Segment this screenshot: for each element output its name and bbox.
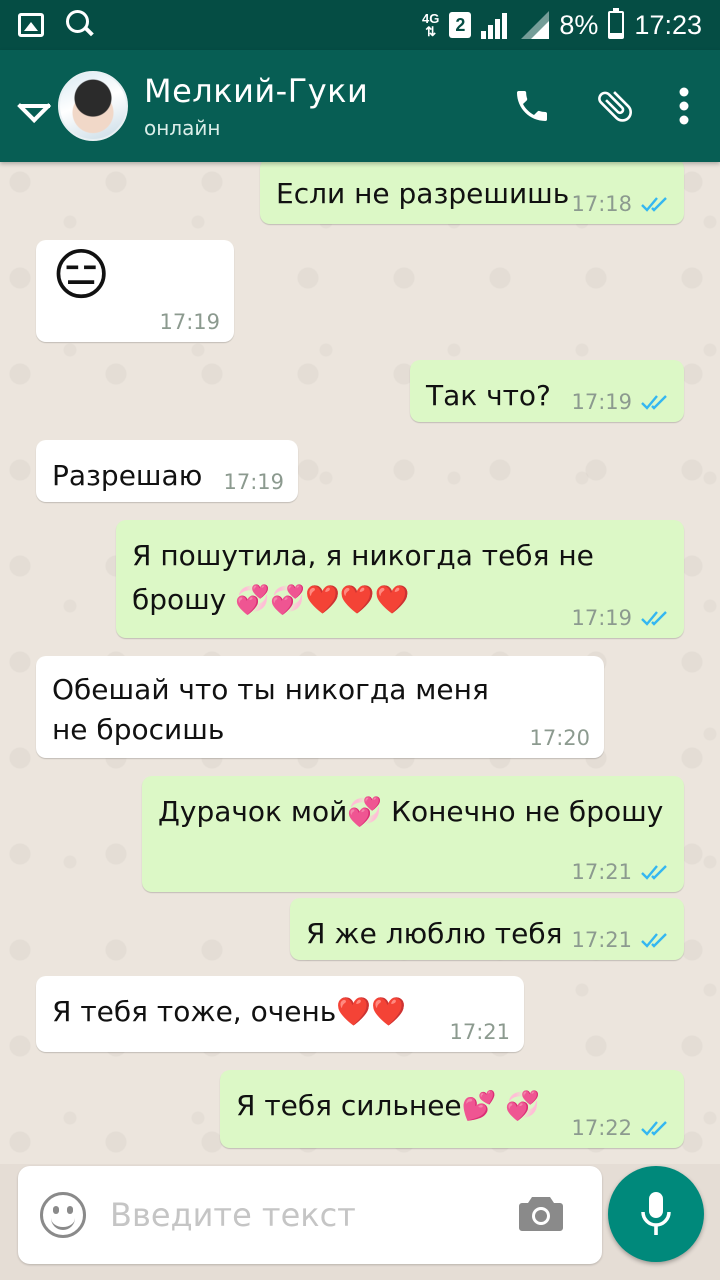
phone-icon[interactable] <box>512 86 552 126</box>
back-arrow-icon[interactable] <box>14 84 58 128</box>
read-ticks-icon <box>641 611 667 626</box>
message-outgoing[interactable]: Я тебя сильнее💕 💞 17:22 <box>220 1070 684 1148</box>
read-ticks-icon <box>641 197 667 212</box>
contact-status: онлайн <box>144 116 221 140</box>
paperclip-icon[interactable] <box>594 85 636 127</box>
message-outgoing[interactable]: Я пошутила, я никогда тебя не брошу 💞💞❤️… <box>116 520 684 638</box>
message-time: 17:18 <box>571 192 632 216</box>
read-ticks-icon <box>641 1121 667 1136</box>
battery-icon <box>608 8 625 39</box>
status-bar: 4G ⇅ 2 8% 17:23 <box>0 0 720 50</box>
message-time: 17:19 <box>571 606 632 630</box>
read-ticks-icon <box>641 395 667 410</box>
message-time: 17:19 <box>159 310 220 334</box>
avatar[interactable] <box>58 71 128 141</box>
sim-icon: 2 <box>449 12 472 38</box>
clock: 17:23 <box>634 9 702 40</box>
message-time: 17:21 <box>571 860 632 884</box>
search-icon <box>66 10 96 40</box>
message-time: 17:19 <box>223 470 284 494</box>
camera-icon[interactable] <box>518 1193 564 1237</box>
contact-info[interactable]: Мелкий-Гуки онлайн <box>144 72 368 140</box>
read-ticks-icon <box>641 933 667 948</box>
message-outgoing[interactable]: Дурачок мой💞 Конечно не брошу 17:21 <box>142 776 684 892</box>
message-time: 17:22 <box>571 1116 632 1140</box>
smiley-icon[interactable] <box>40 1192 86 1238</box>
contact-name: Мелкий-Гуки <box>144 72 369 110</box>
message-time: 17:21 <box>449 1020 510 1044</box>
message-time: 17:20 <box>529 726 590 750</box>
read-ticks-icon <box>641 865 667 880</box>
network-type: 4G ⇅ <box>422 11 440 39</box>
message-list[interactable]: Если не разрешишь 17:18 😑 17:19 Так что?… <box>0 162 720 1164</box>
message-outgoing[interactable]: Если не разрешишь 17:18 <box>260 162 684 224</box>
gallery-icon <box>18 13 44 37</box>
message-incoming[interactable]: Я тебя тоже, очень❤️❤️ 17:21 <box>36 976 524 1052</box>
message-incoming[interactable]: Обешай что ты никогда меня не бросишь 17… <box>36 656 604 758</box>
message-outgoing[interactable]: Так что? 17:19 <box>410 360 684 422</box>
message-text: 😑 <box>52 243 111 308</box>
message-incoming[interactable]: 😑 17:19 <box>36 240 234 342</box>
message-text: Обешай что ты никогда меня не бросишь <box>52 673 489 746</box>
battery-percent: 8% <box>559 9 599 40</box>
message-input[interactable] <box>110 1196 518 1234</box>
message-text: Дурачок мой💞 Конечно не брошу <box>158 795 664 828</box>
chat-header: Мелкий-Гуки онлайн <box>0 50 720 162</box>
signal-sim2-icon <box>521 11 550 39</box>
more-vert-icon[interactable] <box>678 86 690 126</box>
message-incoming[interactable]: Разрешаю 17:19 <box>36 440 298 502</box>
signal-icon <box>481 11 511 39</box>
microphone-icon[interactable] <box>608 1166 704 1262</box>
composer <box>18 1166 602 1264</box>
message-text: Я тебя тоже, очень❤️❤️ <box>52 995 407 1028</box>
message-time: 17:19 <box>571 390 632 414</box>
message-time: 17:21 <box>571 928 632 952</box>
message-outgoing[interactable]: Я же люблю тебя 17:21 <box>290 898 684 960</box>
